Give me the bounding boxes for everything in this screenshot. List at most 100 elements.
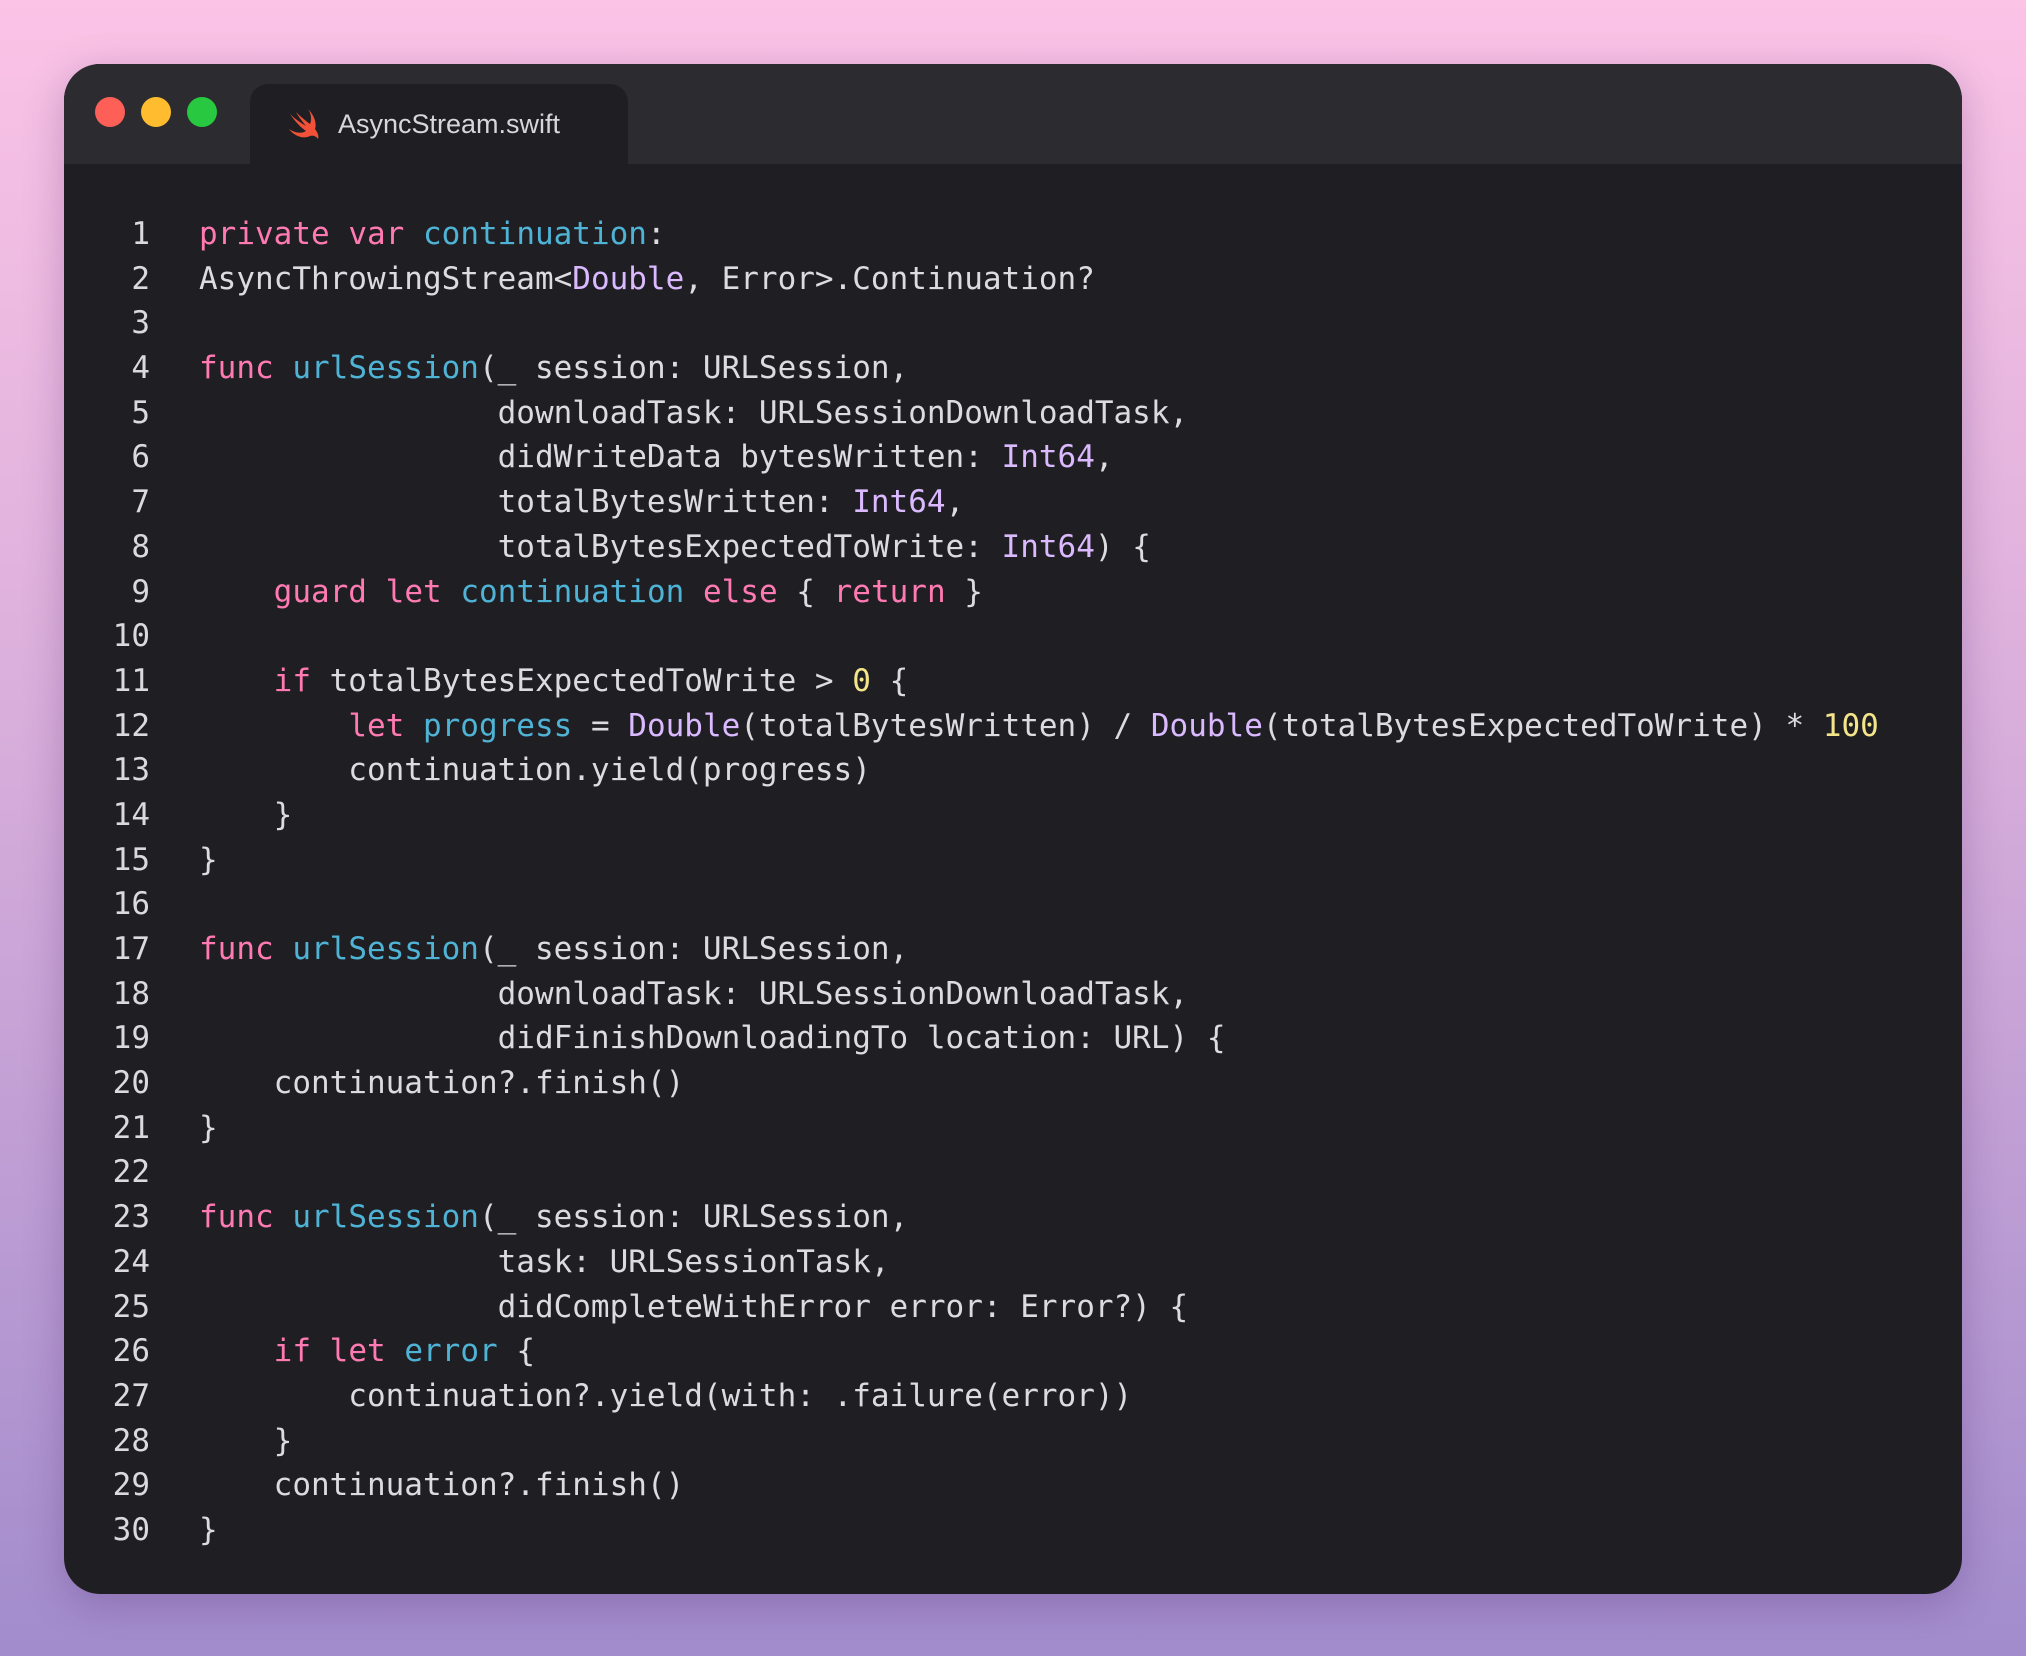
code-token: var: [348, 216, 405, 252]
code-token: {: [497, 1333, 535, 1370]
code-token: didWriteData bytesWritten:: [199, 439, 1002, 476]
code-token: let: [329, 1333, 386, 1370]
code-token: let: [385, 573, 442, 610]
line-number: 17: [112, 931, 150, 967]
line-code: if let error {: [199, 1329, 535, 1374]
code-line[interactable]: 2 AsyncThrowingStream<Double, Error>.Cont…: [64, 257, 1962, 302]
code-token: if: [273, 662, 311, 699]
code-token: urlSession: [292, 350, 479, 387]
line-number: 25: [112, 1288, 150, 1325]
line-number: 23: [112, 1199, 150, 1236]
code-line[interactable]: 1 private var continuation:: [64, 212, 1962, 257]
code-line[interactable]: 25 didCompleteWithError error: Error?) {: [64, 1285, 1962, 1330]
minimize-window-button[interactable]: [141, 97, 171, 127]
line-number: 10: [112, 618, 150, 655]
code-line[interactable]: 27 continuation?.yield(with: .failure(er…: [64, 1374, 1962, 1419]
line-number: 21: [112, 1109, 150, 1146]
code-line[interactable]: 24 task: URLSessionTask,: [64, 1240, 1962, 1285]
code-line[interactable]: 12 let progress = Double(totalBytesWritt…: [64, 704, 1962, 749]
code-token: func: [199, 350, 274, 387]
code-line[interactable]: 14 }: [64, 793, 1962, 838]
editor-window: AsyncStream.swift 1 private var continuat…: [64, 64, 1962, 1594]
code-line[interactable]: 5 downloadTask: URLSessionDownloadTask,: [64, 391, 1962, 436]
code-token: continuation: [423, 216, 647, 252]
line-code: guard let continuation else { return }: [199, 570, 983, 615]
line-code: didFinishDownloadingTo location: URL) {: [199, 1016, 1226, 1061]
line-number: 7: [131, 484, 150, 521]
code-line[interactable]: 8 totalBytesExpectedToWrite: Int64) {: [64, 525, 1962, 570]
code-line[interactable]: 20 continuation?.finish(): [64, 1061, 1962, 1106]
code-token: urlSession: [292, 1199, 479, 1236]
line-number: 5: [131, 394, 150, 431]
code-line[interactable]: 23 func urlSession(_ session: URLSession,: [64, 1195, 1962, 1240]
line-code: }: [199, 838, 218, 883]
close-window-button[interactable]: [95, 97, 125, 127]
code-token: ,: [1094, 439, 1114, 476]
line-number: 9: [131, 573, 150, 610]
line-code: }: [199, 1508, 218, 1553]
code-token: else: [702, 573, 778, 610]
code-line[interactable]: 11 if totalBytesExpectedToWrite > 0 {: [64, 659, 1962, 704]
zoom-window-button[interactable]: [187, 97, 217, 127]
code-token: (_ session: URLSession,: [478, 350, 909, 387]
line-code: func urlSession(_ session: URLSession,: [199, 1195, 908, 1240]
code-line[interactable]: 29 continuation?.finish(): [64, 1463, 1962, 1508]
code-line[interactable]: 3: [64, 301, 1962, 346]
code-token: }: [199, 796, 293, 833]
code-line[interactable]: 7 totalBytesWritten: Int64,: [64, 480, 1962, 525]
code-token: totalBytesExpectedToWrite >: [310, 662, 853, 699]
line-code: continuation?.finish(): [199, 1061, 685, 1106]
code-line[interactable]: 22: [64, 1150, 1962, 1195]
swift-icon: [289, 109, 319, 139]
code-line[interactable]: 18 downloadTask: URLSessionDownloadTask,: [64, 972, 1962, 1017]
code-line[interactable]: 17 func urlSession(_ session: URLSession,: [64, 927, 1962, 972]
code-line[interactable]: 10: [64, 614, 1962, 659]
line-code: AsyncThrowingStream<Double, Error>.Conti…: [199, 257, 1095, 302]
code-line[interactable]: 21}: [64, 1106, 1962, 1151]
code-line[interactable]: 30}: [64, 1508, 1962, 1553]
code-token: Int64: [1001, 528, 1095, 565]
file-tab[interactable]: AsyncStream.swift: [250, 84, 628, 164]
code-line[interactable]: 13 continuation.yield(progress): [64, 748, 1962, 793]
line-number: 13: [112, 752, 150, 789]
code-area[interactable]: 1 private var continuation: 2 AsyncThrowing…: [64, 212, 1962, 1553]
line-code: }: [199, 1419, 293, 1464]
line-code: }: [199, 1106, 218, 1151]
code-token: }: [199, 1422, 293, 1459]
code-token: urlSession: [292, 931, 479, 967]
code-line[interactable]: 6 didWriteData bytesWritten: Int64,: [64, 435, 1962, 480]
code-token: progress: [422, 707, 573, 744]
code-token: continuation?.yield(with: .failure(error…: [199, 1377, 1133, 1414]
code-token: 100: [1822, 707, 1879, 744]
line-code: totalBytesWritten: Int64,: [199, 480, 965, 525]
line-number: 16: [112, 886, 150, 923]
line-code: private var continuation:: [199, 212, 666, 257]
code-token: private: [199, 216, 330, 252]
code-token: (_ session: URLSession,: [478, 931, 909, 967]
code-line[interactable]: 9 guard let continuation else { return }: [64, 570, 1962, 615]
line-code: downloadTask: URLSessionDownloadTask,: [199, 391, 1189, 436]
code-token: didCompleteWithError error: Error?) {: [199, 1288, 1189, 1325]
code-token: continuation?.finish(): [199, 1065, 685, 1102]
code-line[interactable]: 28 }: [64, 1419, 1962, 1464]
code-line[interactable]: 26 if let error {: [64, 1329, 1962, 1374]
code-line[interactable]: 4 func urlSession(_ session: URLSession,: [64, 346, 1962, 391]
code-token: Double: [572, 260, 685, 297]
code-line[interactable]: 15}: [64, 838, 1962, 883]
code-token: 0: [852, 662, 871, 699]
code-line[interactable]: 16: [64, 882, 1962, 927]
line-number: 3: [131, 305, 150, 342]
line-code: func urlSession(_ session: URLSession,: [199, 927, 908, 972]
code-line[interactable]: 19 didFinishDownloadingTo location: URL)…: [64, 1016, 1962, 1061]
code-token: if: [273, 1333, 311, 1370]
code-token: func: [199, 931, 274, 967]
code-token: {: [777, 573, 834, 610]
code-token: }: [199, 1109, 218, 1146]
